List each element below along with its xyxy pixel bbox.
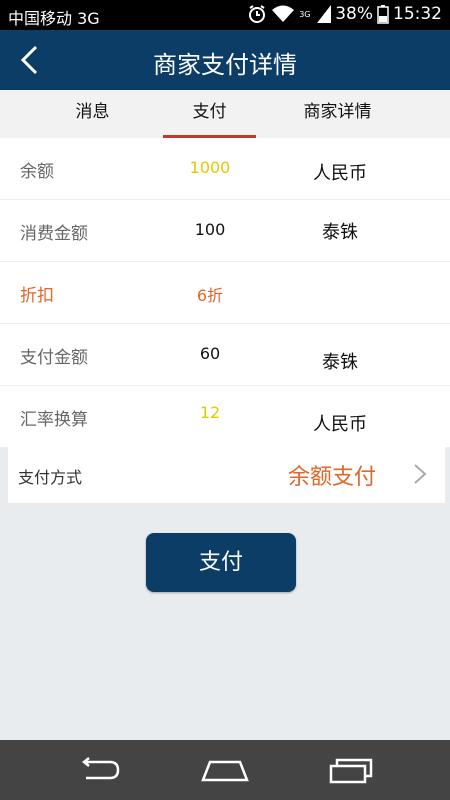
- payment-method-selector[interactable]: 支付方式 余额支付: [8, 445, 445, 503]
- battery-percent: 38%: [335, 4, 373, 24]
- row-unit: 泰铢: [322, 352, 358, 373]
- tab-messages[interactable]: 消息: [45, 90, 140, 138]
- row-discount: 折扣 6折: [0, 262, 450, 324]
- row-label: 支付金额: [20, 348, 88, 368]
- row-pay-amount: 支付金额 60 泰铢: [0, 324, 450, 386]
- row-value: 6折: [196, 286, 224, 305]
- chevron-right-icon: [414, 464, 427, 484]
- payment-method-value: 余额支付: [288, 465, 377, 490]
- row-unit: 人民币: [313, 414, 367, 435]
- row-label: 消费金额: [20, 224, 88, 244]
- clock: 15:32: [393, 4, 442, 24]
- network-label: 3G: [299, 9, 311, 19]
- battery-icon: [377, 5, 389, 24]
- payment-method-label: 支付方式: [18, 468, 83, 487]
- row-unit: 人民币: [313, 163, 367, 184]
- status-bar: 中国移动 3G 3G 38% 15:32: [0, 0, 450, 30]
- row-unit: 泰铢: [322, 222, 358, 243]
- nav-back-button[interactable]: [78, 754, 122, 790]
- row-label: 折扣: [20, 286, 54, 306]
- alarm-icon: [249, 5, 266, 23]
- app-header: 商家支付详情: [0, 30, 450, 90]
- row-exchange-rate: 汇率换算 12 人民币: [0, 386, 450, 448]
- signal-icon: [317, 5, 332, 23]
- carrier-label: 中国移动 3G: [8, 9, 100, 28]
- pay-button[interactable]: 支付: [146, 533, 296, 592]
- row-spend-amount: 消费金额 100 泰铢: [0, 200, 450, 262]
- system-nav-bar: [0, 740, 450, 800]
- row-value: 12: [199, 403, 221, 422]
- back-icon: [81, 757, 120, 780]
- nav-home-button[interactable]: [200, 754, 250, 790]
- page-title: 商家支付详情: [153, 51, 297, 79]
- row-value: 1000: [189, 158, 231, 177]
- row-label: 汇率换算: [20, 410, 88, 430]
- wifi-icon: [272, 5, 295, 22]
- nav-recents-button[interactable]: [328, 754, 374, 790]
- tab-bar: 消息 支付 商家详情: [0, 90, 450, 138]
- tab-payment[interactable]: 支付: [163, 90, 256, 138]
- status-icons: 3G 38% 15:32: [247, 4, 442, 24]
- tab-merchant-details[interactable]: 商家详情: [285, 90, 390, 138]
- payment-details-list: 余额 1000 人民币 消费金额 100 泰铢 折扣 6折 支付金额 60 泰铢…: [0, 138, 450, 448]
- row-label: 余额: [20, 162, 54, 182]
- recent-apps-icon: [329, 758, 373, 784]
- row-value: 60: [199, 344, 221, 363]
- home-icon: [201, 760, 249, 782]
- row-value: 100: [194, 220, 226, 239]
- row-balance: 余额 1000 人民币: [0, 138, 450, 200]
